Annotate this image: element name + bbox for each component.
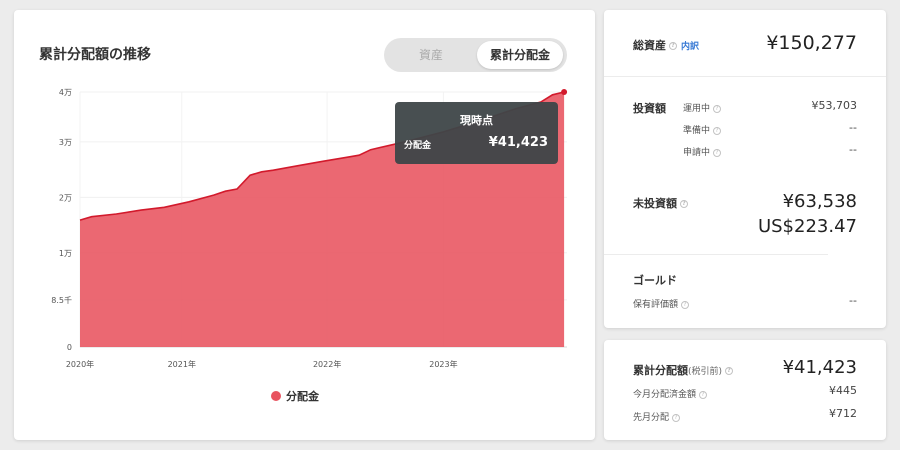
cumulative-distribution-value: ¥41,423 [782, 357, 857, 378]
y-tick-label: 4万 [59, 88, 72, 97]
uninvested-jpy-value: ¥63,538 [782, 191, 857, 212]
help-icon[interactable]: ? [681, 300, 690, 309]
divider [604, 76, 886, 77]
help-icon[interactable]: ? [713, 126, 722, 135]
y-tick-label: 0 [67, 343, 72, 352]
this-month-distribution-label: 今月分配済金額? [633, 387, 708, 400]
gold-valuation-value: -- [849, 294, 857, 307]
x-tick-label: 2022年 [313, 359, 341, 369]
last-month-distribution-value: ¥712 [829, 407, 857, 420]
tooltip-value: ¥41,423 [488, 135, 548, 150]
y-tick-label: 3万 [59, 138, 72, 147]
total-assets-heading: 総資産? 内訳 [633, 37, 699, 53]
x-axis: 2020年 2021年 2022年 2023年 [66, 359, 458, 369]
total-assets-value: ¥150,277 [766, 32, 857, 54]
chart-tooltip: 現時点 分配金 ¥41,423 [395, 102, 558, 164]
cumulative-distribution-label: 累計分配額 [633, 364, 688, 377]
x-tick-label: 2020年 [66, 359, 94, 369]
help-icon[interactable]: ? [713, 148, 722, 157]
help-icon[interactable]: ? [725, 367, 734, 375]
invested-row-value: ¥53,703 [811, 99, 858, 112]
this-month-distribution-value: ¥445 [829, 384, 857, 397]
uninvested-label: 未投資額 [633, 197, 677, 210]
distribution-chart-card: 累計分配額の推移 資産 累計分配金 0 8.5千 1万 2万 3万 4万 2020年 202… [14, 10, 595, 440]
pre-tax-note: (税引前) [688, 367, 723, 377]
invested-row-label: 申請中? [683, 145, 722, 158]
legend-dot-icon [271, 391, 281, 401]
tooltip-title: 現時点 [460, 114, 493, 127]
chart-legend[interactable]: 分配金 [271, 388, 319, 404]
y-tick-label: 2万 [59, 193, 72, 202]
divider [604, 254, 828, 255]
invested-row-label: 運用中? [683, 101, 722, 114]
assets-card: 総資産? 内訳 ¥150,277 投資額 運用中? ¥53,703 準備中? --… [604, 10, 886, 328]
tooltip-label: 分配金 [404, 141, 432, 151]
help-icon[interactable]: ? [680, 200, 688, 208]
uninvested-usd-value: US$223.47 [757, 216, 857, 237]
breakdown-link[interactable]: 内訳 [681, 42, 699, 52]
last-month-distribution-label: 先月分配? [633, 410, 681, 423]
x-tick-label: 2021年 [168, 359, 196, 369]
cumulative-distribution-heading: 累計分配額(税引前)? [633, 362, 734, 378]
invested-row-label: 準備中? [683, 123, 722, 136]
help-icon[interactable]: ? [699, 390, 708, 399]
y-tick-label: 8.5千 [51, 295, 72, 305]
invested-row-value: -- [849, 143, 857, 156]
distribution-area-chart[interactable]: 0 8.5千 1万 2万 3万 4万 2020年 2021年 2022年 2023年 [14, 10, 595, 380]
invested-row-value: -- [849, 121, 857, 134]
distribution-summary-card: 累計分配額(税引前)? ¥41,423 今月分配済金額? ¥445 先月分配? … [604, 340, 886, 440]
gold-heading: ゴールド [633, 274, 677, 287]
series-current-point[interactable] [561, 89, 568, 95]
gold-valuation-label: 保有評価額? [633, 297, 690, 310]
invested-label: 投資額 [633, 102, 666, 115]
y-tick-label: 1万 [59, 249, 72, 258]
help-icon[interactable]: ? [672, 413, 681, 422]
help-icon[interactable]: ? [669, 42, 677, 50]
y-axis: 0 8.5千 1万 2万 3万 4万 [51, 88, 72, 352]
help-icon[interactable]: ? [713, 104, 722, 113]
legend-label: 分配金 [286, 390, 319, 403]
total-assets-label: 総資産 [633, 39, 666, 52]
x-tick-label: 2023年 [429, 359, 457, 369]
uninvested-heading: 未投資額? [633, 195, 688, 211]
